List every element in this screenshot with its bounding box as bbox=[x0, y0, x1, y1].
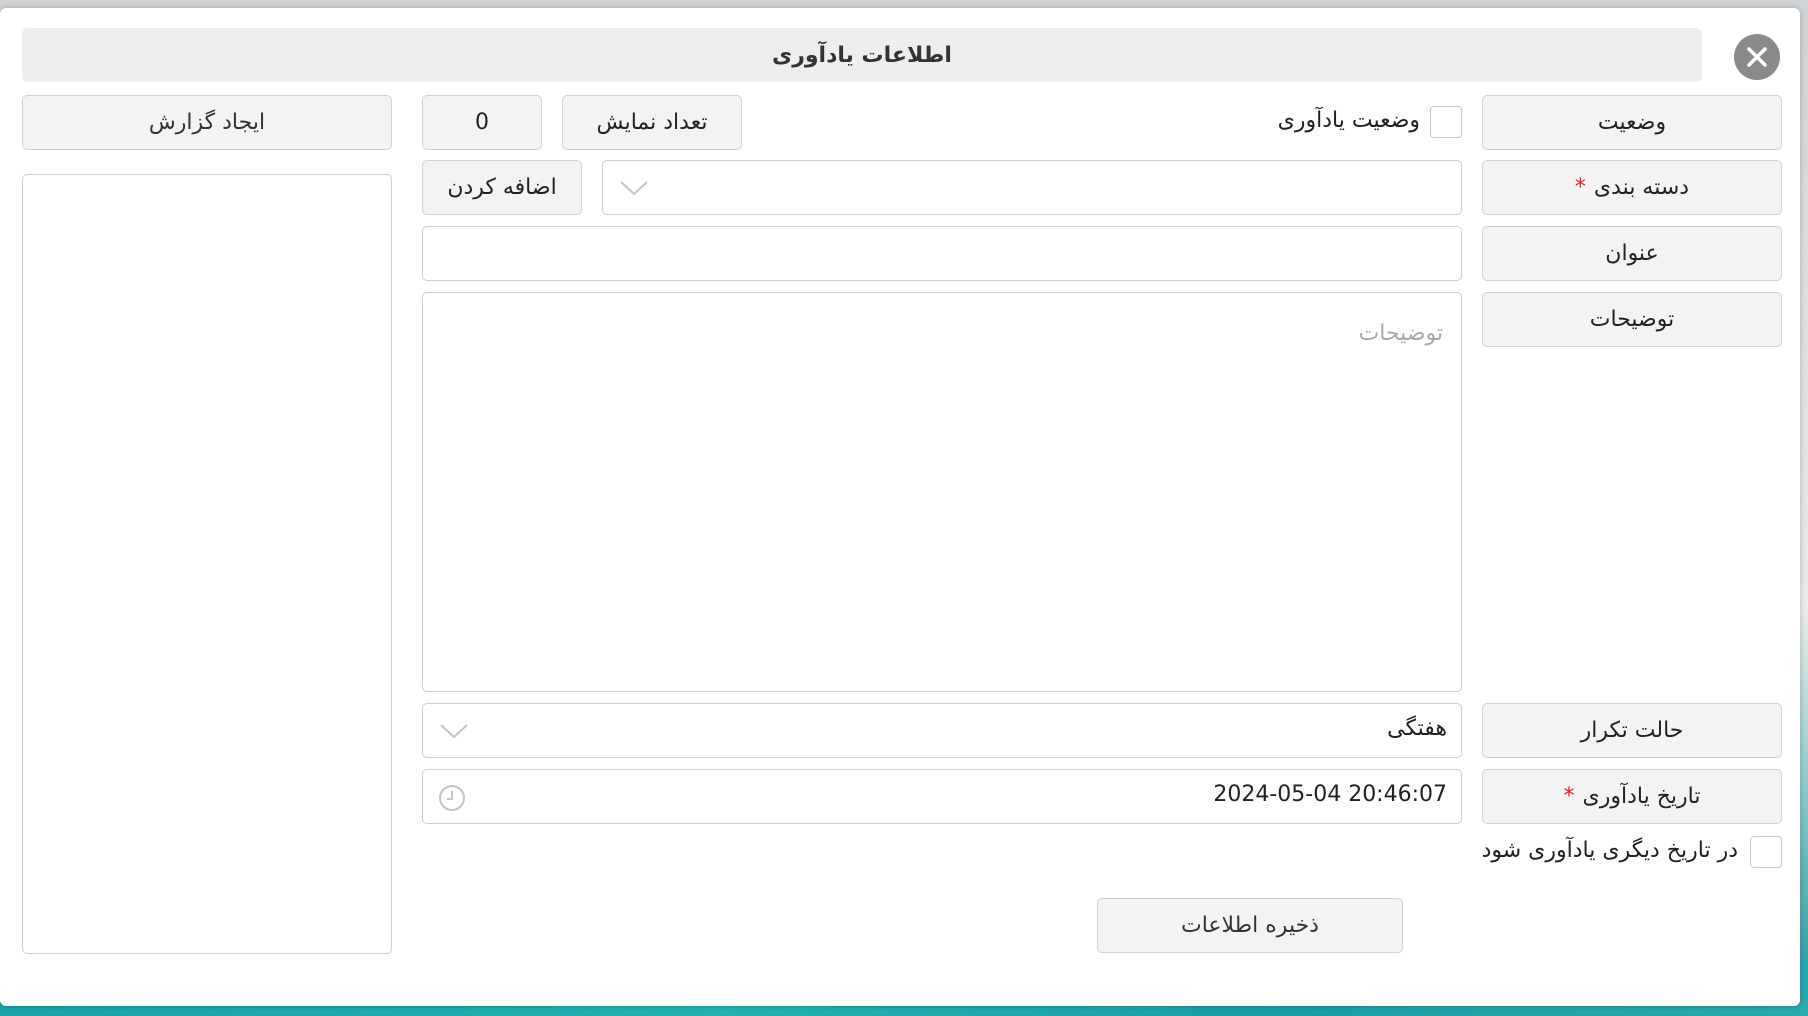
title-label-button[interactable]: عنوان bbox=[1482, 226, 1782, 281]
reminder-date-label-button[interactable]: تاریخ یادآوری * bbox=[1482, 769, 1782, 824]
title-input[interactable] bbox=[422, 226, 1462, 281]
category-select[interactable] bbox=[602, 160, 1462, 215]
category-label-button[interactable]: دسته بندی * bbox=[1482, 160, 1782, 215]
reminder-status-checkbox[interactable] bbox=[1430, 106, 1462, 138]
reminder-date-input[interactable]: 2024-05-04 20:46:07 bbox=[422, 769, 1462, 824]
dialog-title: اطلاعات یادآوری bbox=[772, 42, 952, 68]
reminder-dialog: اطلاعات یادآوری ایجاد گزارش وضعیت وضعیت … bbox=[0, 8, 1800, 1006]
remind-other-date-label: در تاریخ دیگری یادآوری شود bbox=[1481, 838, 1738, 863]
save-button[interactable]: ذخیره اطلاعات bbox=[1097, 898, 1403, 953]
chevron-down-icon bbox=[620, 181, 648, 196]
reminder-status-label: وضعیت یادآوری bbox=[1277, 108, 1420, 133]
clock-icon[interactable] bbox=[437, 783, 467, 813]
description-textarea[interactable]: توضیحات bbox=[422, 292, 1462, 692]
repeat-mode-select[interactable]: هفتگی bbox=[422, 703, 1462, 758]
display-count-button[interactable]: تعداد نمایش bbox=[562, 95, 742, 150]
description-placeholder: توضیحات bbox=[1358, 321, 1443, 346]
description-label-button[interactable]: توضیحات bbox=[1482, 292, 1782, 347]
display-count-value: 0 bbox=[422, 95, 542, 150]
remind-other-date-checkbox[interactable] bbox=[1750, 836, 1782, 868]
report-list-panel[interactable] bbox=[22, 174, 392, 954]
create-report-button[interactable]: ایجاد گزارش bbox=[22, 95, 392, 150]
dialog-title-bar: اطلاعات یادآوری bbox=[22, 28, 1702, 82]
repeat-mode-value: هفتگی bbox=[1387, 716, 1447, 741]
repeat-mode-label-button[interactable]: حالت تکرار bbox=[1482, 703, 1782, 758]
close-button[interactable] bbox=[1734, 34, 1780, 80]
add-category-button[interactable]: اضافه کردن bbox=[422, 160, 582, 215]
close-icon bbox=[1747, 47, 1767, 67]
chevron-down-icon bbox=[440, 724, 468, 739]
required-mark: * bbox=[1563, 784, 1575, 809]
status-label-button[interactable]: وضعیت bbox=[1482, 95, 1782, 150]
required-mark: * bbox=[1574, 175, 1586, 200]
reminder-date-value: 2024-05-04 20:46:07 bbox=[1213, 782, 1447, 807]
